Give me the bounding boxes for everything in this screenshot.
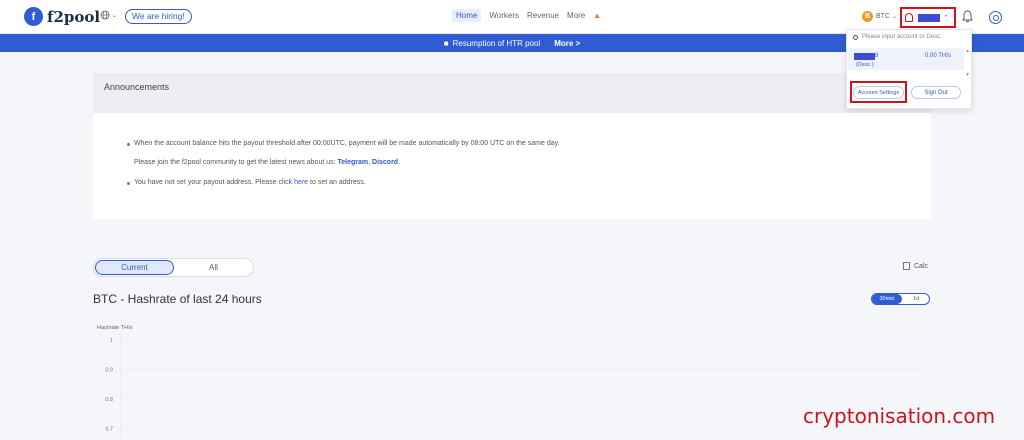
account-name-redacted <box>854 53 875 60</box>
language-selector[interactable]: ⌄ <box>100 10 117 20</box>
nav-workers[interactable]: Workers <box>489 11 519 22</box>
account-search-placeholder: Please input account or Desc. <box>862 34 942 40</box>
logo[interactable]: f f2pool <box>24 7 100 26</box>
discord-link[interactable]: Discord <box>372 159 398 166</box>
hashrate-title: BTC - Hashrate of last 24 hours <box>93 292 262 306</box>
coin-selector[interactable]: B BTC ⌄ <box>862 11 897 22</box>
announcements-body: When the account balance hits the payout… <box>93 113 931 219</box>
telegram-link[interactable]: Telegram <box>338 159 369 166</box>
banner-text: Resumption of HTR pool <box>452 38 541 48</box>
current-all-toggle: Current All <box>93 258 254 277</box>
range-1d[interactable]: 1d <box>903 294 929 304</box>
megaphone-icon: ■ <box>443 38 449 48</box>
calc-label: Calc <box>914 262 929 270</box>
account-name-redacted <box>918 13 940 22</box>
user-icon <box>905 13 913 22</box>
announcements-title: Announcements <box>104 82 170 92</box>
range-toggle: 30min 1d <box>871 293 930 305</box>
chevron-up-icon: ⌃ <box>943 14 949 22</box>
hiring-button[interactable]: We are hiring! <box>125 9 192 24</box>
announcement-line: When the account balance hits the payout… <box>127 140 560 147</box>
fire-icon: ▲ <box>593 11 602 20</box>
nav-more[interactable]: More ▲ <box>567 11 609 22</box>
search-icon[interactable] <box>989 11 1002 24</box>
y-tick-label: 0.9 <box>105 368 113 374</box>
announcement-line: Please join the f2pool community to get … <box>134 159 401 166</box>
bell-icon[interactable] <box>962 10 973 26</box>
chevron-down-icon: ⌄ <box>112 12 118 19</box>
account-desc: (Desc.) <box>856 62 874 68</box>
bullet <box>127 182 130 185</box>
globe-icon <box>100 10 110 20</box>
coin-label: BTC <box>876 13 890 20</box>
scroll-down-icon[interactable]: ▼ <box>965 72 970 78</box>
set-address-link[interactable]: here <box>294 179 308 186</box>
account-menu-trigger[interactable]: ⌃ <box>900 7 956 28</box>
chevron-down-icon: ⌄ <box>892 14 898 20</box>
announcement-line: You have not set your payout address. Pl… <box>127 179 366 186</box>
tab-current[interactable]: Current <box>95 260 174 275</box>
watermark: cryptonisation.com <box>803 404 996 428</box>
calc-button[interactable]: Calc <box>903 262 928 270</box>
scroll-up-icon[interactable]: ▲ <box>965 48 970 54</box>
y-tick-label: 0.8 <box>105 397 113 403</box>
account-row[interactable]: 8 (Desc.) 0.00 TH/s <box>848 48 964 70</box>
main-nav: Home Workers Revenue More ▲ <box>452 9 617 22</box>
f2pool-logo-icon: f <box>24 7 43 26</box>
announcements-header: Announcements <box>93 73 931 113</box>
search-icon <box>853 34 858 40</box>
banner-more-link[interactable]: More > <box>554 39 580 48</box>
dropdown-scrollbar[interactable]: ▲ ▼ <box>965 48 970 98</box>
account-name-suffix: 8 <box>875 53 879 59</box>
range-30min[interactable]: 30min <box>872 294 902 304</box>
logo-text: f2pool <box>47 7 101 26</box>
nav-home[interactable]: Home <box>452 9 482 22</box>
account-settings-button[interactable]: Account Settings <box>853 86 904 99</box>
calculator-icon <box>903 262 910 270</box>
sign-out-button[interactable]: Sign Out <box>911 86 961 99</box>
bitcoin-icon: B <box>862 11 873 22</box>
bullet <box>127 143 130 146</box>
y-tick-label: 1 <box>110 338 113 344</box>
nav-revenue[interactable]: Revenue <box>527 11 559 22</box>
tab-all[interactable]: All <box>174 260 253 275</box>
y-tick-label: 0.7 <box>105 427 113 433</box>
account-hashrate: 0.00 TH/s <box>925 53 951 59</box>
account-search[interactable]: Please input account or Desc. <box>853 34 942 40</box>
